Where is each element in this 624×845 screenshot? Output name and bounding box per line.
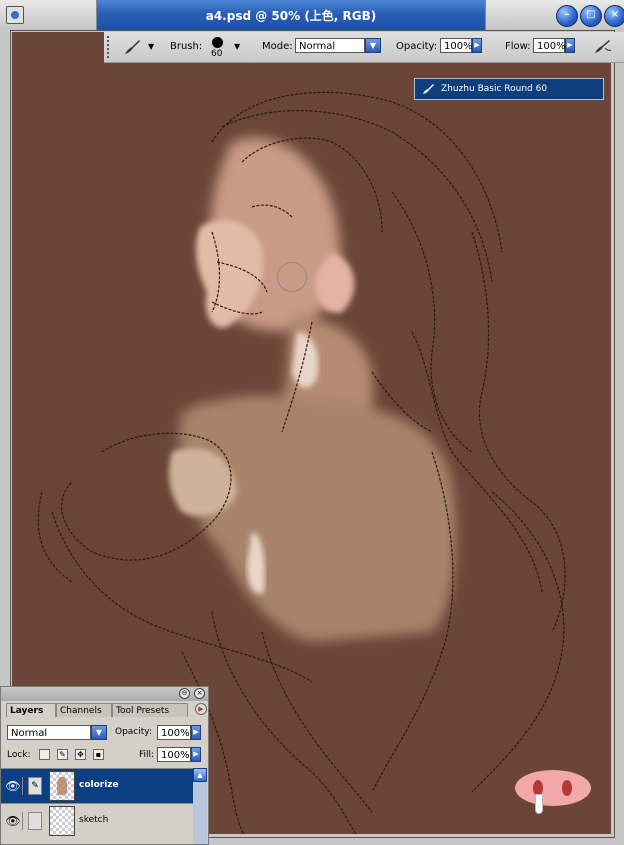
eye-icon[interactable]: 👁 bbox=[4, 812, 23, 830]
palette-title-bar[interactable]: ⊖ × bbox=[1, 687, 208, 701]
flow-slider-arrow-icon[interactable]: ▶ bbox=[565, 38, 575, 53]
layer-thumbnail bbox=[49, 806, 75, 836]
title-left-cap bbox=[0, 0, 97, 30]
layer-row-colorize[interactable]: 👁 ✎ colorize bbox=[1, 768, 194, 803]
brush-picker-chevron-down-icon[interactable]: ▼ bbox=[234, 42, 240, 51]
lock-transparency-icon[interactable] bbox=[39, 749, 50, 760]
layer-opacity-field[interactable]: 100% bbox=[157, 725, 191, 740]
airbrush-icon[interactable] bbox=[591, 38, 613, 56]
tooth bbox=[535, 794, 543, 814]
brush-label: Brush: bbox=[170, 41, 203, 52]
window-title-bar[interactable]: a4.psd @ 50% (上色, RGB) – □ × bbox=[0, 0, 624, 30]
tool-options-bar: ▼ Brush: 60 ▼ Mode: Normal ▼ Opacity: 10… bbox=[104, 32, 624, 63]
paintbrush-icon[interactable]: ✎ bbox=[28, 777, 42, 795]
palette-collapse-button[interactable]: ⊖ bbox=[179, 688, 190, 699]
tool-preset-chevron-down-icon[interactable]: ▼ bbox=[148, 42, 154, 51]
lock-row: Lock: ✎ ✥ ▪ Fill: 100% ▶ bbox=[1, 747, 208, 765]
layer-opacity-label: Opacity: bbox=[115, 727, 152, 737]
lock-all-icon[interactable]: ▪ bbox=[93, 749, 104, 760]
minimize-button[interactable]: – bbox=[556, 5, 578, 27]
brush-preset-tooltip: Zhuzhu Basic Round 60 bbox=[414, 78, 604, 100]
brush-size-value: 60 bbox=[211, 49, 223, 59]
flow-field[interactable]: 100% bbox=[533, 38, 566, 53]
mode-chevron-down-icon[interactable]: ▼ bbox=[365, 38, 381, 53]
lock-paint-icon[interactable]: ✎ bbox=[57, 749, 68, 760]
layer-name[interactable]: sketch bbox=[79, 815, 108, 825]
scroll-up-arrow-icon[interactable]: ▲ bbox=[193, 768, 207, 782]
tab-layers[interactable]: Layers bbox=[6, 703, 56, 717]
mode-select[interactable]: Normal bbox=[295, 38, 365, 53]
maximize-button[interactable]: □ bbox=[580, 5, 602, 27]
opacity-slider-arrow-icon[interactable]: ▶ bbox=[472, 38, 482, 53]
mode-label: Mode: bbox=[262, 41, 293, 52]
minimize-icon: – bbox=[564, 9, 570, 20]
title-right-cap: – □ × bbox=[485, 0, 624, 30]
brush-preset-name: Zhuzhu Basic Round 60 bbox=[441, 84, 548, 94]
fill-arrow-icon[interactable]: ▶ bbox=[191, 747, 201, 762]
palette-tabs: Layers Channels Tool Presets ▶ bbox=[4, 703, 208, 717]
maximize-icon: □ bbox=[586, 9, 596, 20]
layer-opacity-arrow-icon[interactable]: ▶ bbox=[191, 725, 201, 740]
fill-field[interactable]: 100% bbox=[157, 747, 191, 762]
shoulders bbox=[179, 395, 456, 642]
layer-thumbnail bbox=[49, 771, 75, 801]
opacity-field[interactable]: 100% bbox=[440, 38, 473, 53]
close-icon: × bbox=[610, 9, 620, 20]
layer-name[interactable]: colorize bbox=[79, 780, 119, 790]
link-cell[interactable] bbox=[28, 812, 42, 830]
flow-label: Flow: bbox=[505, 41, 531, 52]
layer-blend-mode-select[interactable]: Normal bbox=[7, 725, 91, 740]
photoshop-app-icon[interactable] bbox=[6, 6, 24, 24]
lock-label: Lock: bbox=[7, 750, 31, 760]
palette-menu-arrow-icon[interactable]: ▶ bbox=[195, 703, 207, 715]
opacity-label: Opacity: bbox=[396, 41, 438, 52]
brush-preset-icon bbox=[423, 84, 434, 94]
layers-palette: ⊖ × Layers Channels Tool Presets ▶ Norma… bbox=[0, 686, 209, 845]
brush-cursor bbox=[277, 262, 307, 292]
eye-icon[interactable]: 👁 bbox=[4, 777, 23, 795]
brush-tool-icon[interactable] bbox=[122, 38, 142, 56]
pig-nose-logo bbox=[515, 770, 591, 814]
layer-row-sketch[interactable]: 👁 sketch bbox=[1, 803, 194, 838]
palette-close-button[interactable]: × bbox=[194, 688, 205, 699]
document-title: a4.psd @ 50% (上色, RGB) bbox=[205, 9, 377, 23]
lock-move-icon[interactable]: ✥ bbox=[75, 749, 86, 760]
tab-tool-presets[interactable]: Tool Presets bbox=[112, 703, 188, 717]
fill-label: Fill: bbox=[139, 750, 155, 760]
nostril-right bbox=[562, 780, 572, 796]
options-bar-grip[interactable] bbox=[107, 36, 111, 58]
blend-mode-chevron-down-icon[interactable]: ▼ bbox=[91, 725, 107, 740]
tab-channels[interactable]: Channels bbox=[56, 703, 112, 717]
brush-preview-dot[interactable] bbox=[212, 37, 223, 48]
close-button[interactable]: × bbox=[604, 5, 624, 27]
